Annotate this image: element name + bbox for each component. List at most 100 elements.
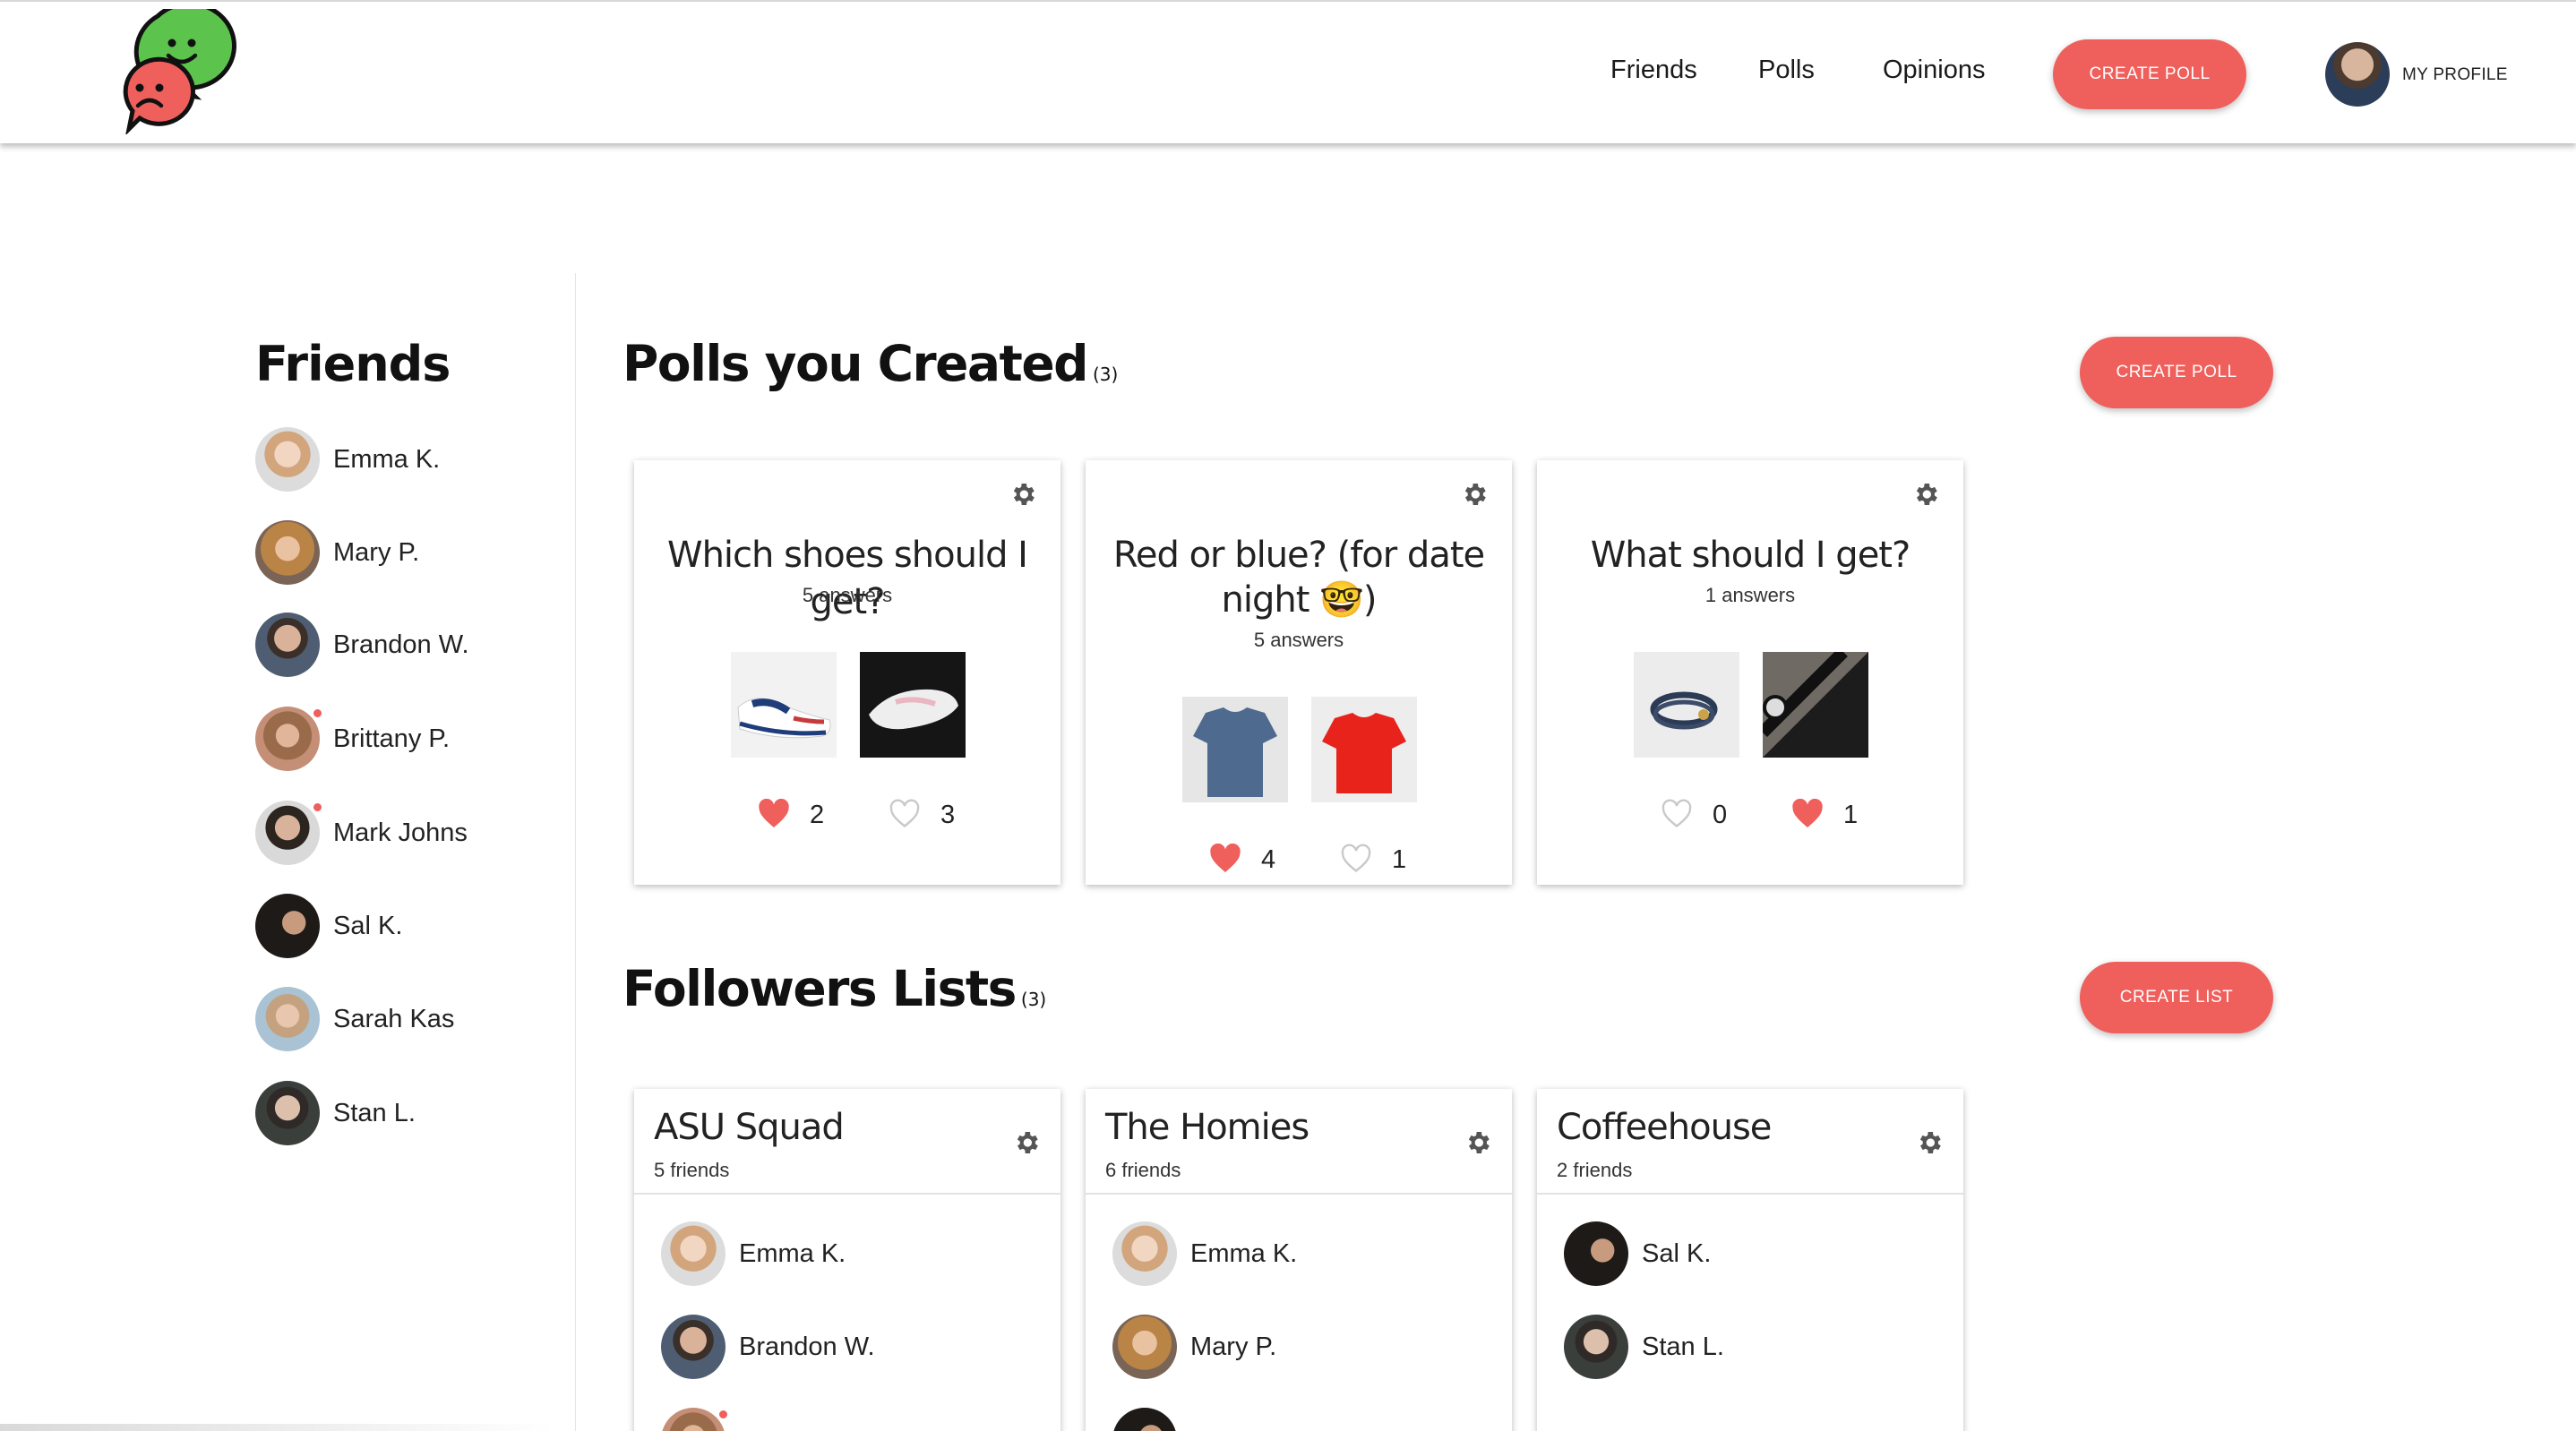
polls-title-text: Polls you Created [623, 335, 1089, 392]
poll-option-image[interactable] [1311, 697, 1417, 802]
heart-filled-icon [1210, 844, 1241, 872]
list-name: The Homies [1105, 1107, 1309, 1148]
logo-icon[interactable] [113, 9, 238, 134]
list-card[interactable]: Coffeehouse 2 friends Sal K. Stan L. [1537, 1089, 1963, 1431]
friend-item-mary[interactable]: Mary P. [255, 520, 542, 585]
vote-option-2[interactable]: 3 [889, 799, 960, 831]
gear-icon[interactable] [1460, 480, 1489, 509]
create-list-button[interactable]: CREATE LIST [2080, 962, 2273, 1033]
vote-count: 0 [1713, 801, 1728, 829]
friend-name: Sal K. [333, 912, 403, 940]
poll-answers-count: 1 answers [1704, 584, 1796, 606]
avatar [1112, 1315, 1177, 1379]
vote-option-1[interactable]: 2 [758, 799, 829, 831]
list-name: Coffeehouse [1557, 1107, 1772, 1148]
friend-name: Stan L. [333, 1099, 416, 1127]
vote-count: 2 [810, 801, 825, 829]
vote-option-2[interactable]: 1 [1340, 844, 1412, 876]
friend-name: Emma K. [333, 445, 441, 474]
friend-name: Brandon W. [333, 630, 469, 659]
vote-count: 3 [940, 801, 956, 829]
vote-count: 1 [1843, 801, 1859, 829]
gear-icon[interactable] [1911, 480, 1940, 509]
gear-icon[interactable] [1012, 1128, 1041, 1157]
notification-dot [312, 801, 323, 813]
list-member[interactable] [1112, 1408, 1489, 1431]
bottom-edge-shadow [0, 1424, 555, 1431]
list-card[interactable]: ASU Squad 5 friends Emma K. Brandon W. [634, 1089, 1060, 1431]
list-member[interactable]: Mary P. [1112, 1315, 1489, 1379]
list-friend-count: 2 friends [1557, 1159, 1633, 1181]
create-poll-button[interactable]: CREATE POLL [2080, 337, 2273, 408]
friend-name: Mary P. [333, 538, 420, 567]
list-member[interactable] [661, 1408, 1037, 1431]
member-name: Mary P. [1190, 1332, 1277, 1361]
friend-item-sarah[interactable]: Sarah Kas [255, 987, 542, 1051]
poll-card[interactable]: Which shoes should I get? 5 answers 2 3 [634, 460, 1060, 885]
gear-icon[interactable] [1009, 480, 1037, 509]
friend-item-mark[interactable]: Mark Johns [255, 801, 542, 865]
poll-answers-count: 5 answers [802, 584, 893, 606]
list-friend-count: 6 friends [1105, 1159, 1181, 1181]
header-create-poll-button[interactable]: CREATE POLL [2053, 39, 2246, 109]
avatar [1112, 1408, 1177, 1431]
poll-option-image[interactable] [1182, 697, 1288, 802]
friend-name: Sarah Kas [333, 1005, 455, 1033]
my-profile-link[interactable]: MY PROFILE [2402, 65, 2508, 85]
poll-card[interactable]: Red or blue? (for date night 🤓) 5 answer… [1086, 460, 1512, 885]
poll-option-image[interactable] [1634, 652, 1739, 758]
gear-icon[interactable] [1464, 1128, 1492, 1157]
avatar [661, 1315, 726, 1379]
nav-friends[interactable]: Friends [1610, 56, 1697, 85]
member-name: Stan L. [1642, 1332, 1724, 1361]
avatar [255, 707, 320, 771]
poll-answers-count: 5 answers [1253, 629, 1344, 651]
friend-item-sal[interactable]: Sal K. [255, 894, 542, 958]
vote-option-1[interactable]: 0 [1661, 799, 1732, 831]
list-member[interactable]: Stan L. [1564, 1315, 1940, 1379]
friend-item-emma[interactable]: Emma K. [255, 427, 542, 492]
avatar [1564, 1315, 1628, 1379]
friend-item-brandon[interactable]: Brandon W. [255, 613, 542, 677]
poll-option-image[interactable] [1763, 652, 1868, 758]
vote-count: 1 [1392, 845, 1407, 874]
heart-outline-icon [1341, 844, 1371, 873]
polls-count: (3) [1093, 364, 1119, 385]
avatar [255, 987, 320, 1051]
member-name: Emma K. [739, 1239, 846, 1268]
list-member[interactable]: Sal K. [1564, 1221, 1940, 1286]
avatar [661, 1408, 726, 1431]
heart-filled-icon [1792, 799, 1823, 827]
poll-question: Red or blue? (for date [1112, 535, 1485, 576]
heart-outline-icon [1662, 799, 1692, 828]
list-member[interactable]: Brandon W. [661, 1315, 1037, 1379]
list-member[interactable]: Emma K. [1112, 1221, 1489, 1286]
avatar [661, 1221, 726, 1286]
list-member[interactable]: Emma K. [661, 1221, 1037, 1286]
avatar [255, 613, 320, 677]
vote-option-1[interactable]: 4 [1209, 844, 1281, 876]
avatar [255, 520, 320, 585]
poll-question-line-2: night 🤓) [1221, 579, 1377, 621]
vote-option-2[interactable]: 1 [1791, 799, 1863, 831]
nav-opinions[interactable]: Opinions [1883, 56, 1985, 85]
poll-option-image[interactable] [731, 652, 837, 758]
friend-item-brittany[interactable]: Brittany P. [255, 707, 542, 771]
vote-count: 4 [1261, 845, 1276, 874]
profile-avatar[interactable] [2325, 42, 2390, 107]
heart-filled-icon [759, 799, 789, 827]
poll-card[interactable]: What should I get? 1 answers 0 1 [1537, 460, 1963, 885]
friend-item-stan[interactable]: Stan L. [255, 1081, 542, 1145]
top-navbar: Friends Polls Opinions CREATE POLL MY PR… [0, 0, 2576, 143]
polls-section-title: Polls you Created (3) [623, 335, 1118, 392]
gear-icon[interactable] [1915, 1128, 1944, 1157]
member-name: Brandon W. [739, 1332, 875, 1361]
member-name: Emma K. [1190, 1239, 1298, 1268]
nav-polls[interactable]: Polls [1758, 56, 1815, 85]
avatar [255, 801, 320, 865]
notification-dot [717, 1409, 729, 1420]
member-name: Sal K. [1642, 1239, 1712, 1268]
list-card[interactable]: The Homies 6 friends Emma K. Mary P. [1086, 1089, 1512, 1431]
list-name: ASU Squad [654, 1107, 845, 1148]
poll-option-image[interactable] [860, 652, 966, 758]
